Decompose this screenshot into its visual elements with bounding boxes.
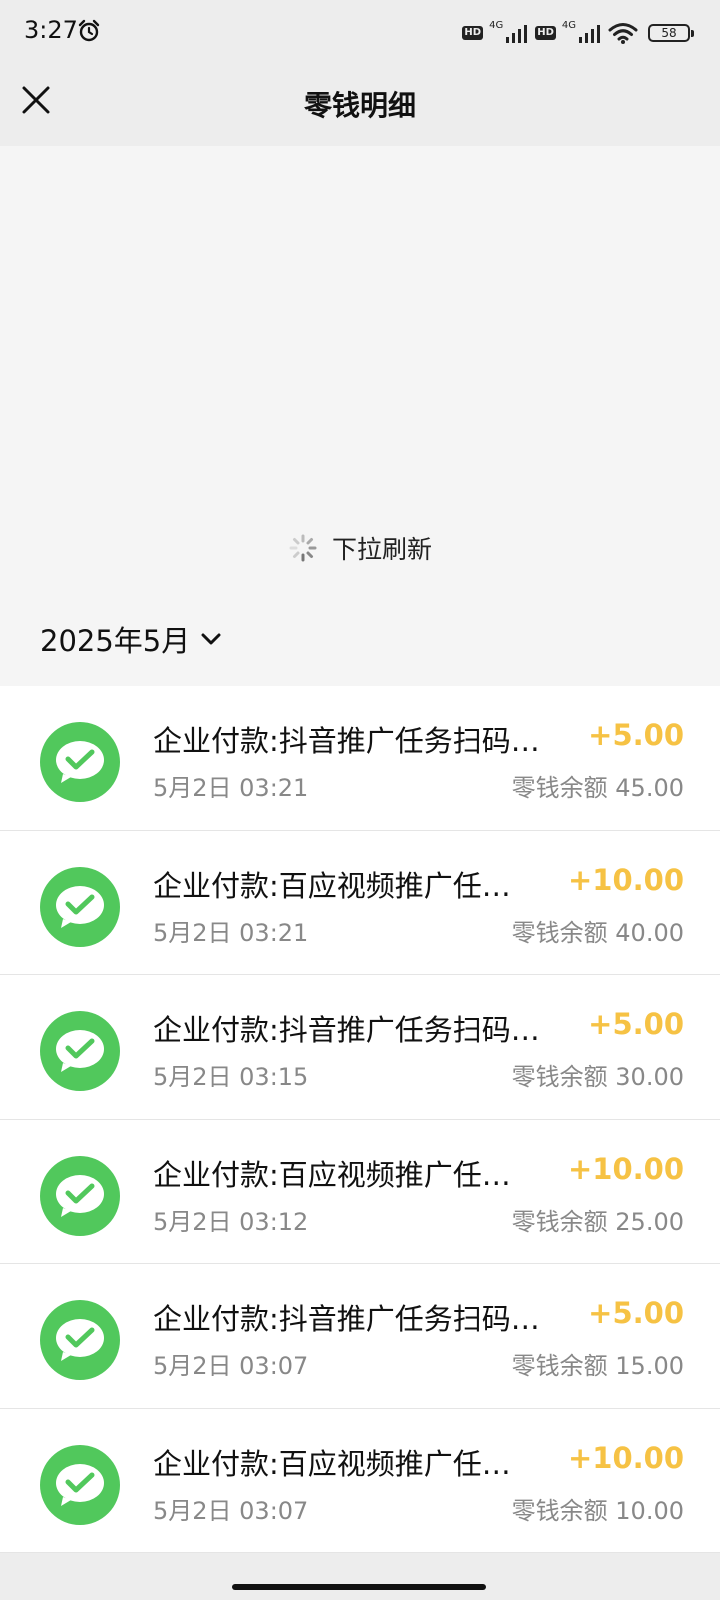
signal-icon — [579, 25, 600, 43]
transaction-row[interactable]: 企业付款:抖音推广任务扫码… 5月2日 03:21 +5.00 零钱余额 45.00 — [0, 686, 720, 831]
transaction-title: 企业付款:百应视频推广任… — [153, 868, 511, 903]
month-selector[interactable]: 2025年5月 — [40, 618, 222, 660]
wechat-pay-icon — [56, 1463, 104, 1506]
battery-icon: 58 — [648, 24, 694, 42]
transaction-amount: +10.00 — [567, 1151, 684, 1186]
hd-badge: HD — [462, 26, 484, 40]
transaction-icon — [40, 1155, 120, 1236]
transaction-icon — [40, 1444, 120, 1525]
transaction-icon — [40, 1300, 120, 1380]
transaction-time: 5月2日 03:21 — [153, 774, 309, 802]
loading-spinner-icon — [289, 534, 317, 562]
pull-to-refresh-label: 下拉刷新 — [331, 535, 432, 564]
chevron-down-icon — [201, 633, 221, 645]
wechat-pay-icon — [56, 885, 104, 928]
transaction-amount: +5.00 — [588, 1296, 684, 1330]
transaction-icon — [40, 866, 120, 947]
transaction-time: 5月2日 03:07 — [153, 1496, 309, 1525]
transaction-balance: 零钱余额 10.00 — [511, 1496, 684, 1525]
transaction-row[interactable]: 企业付款:百应视频推广任… 5月2日 03:21 +10.00 零钱余额 40.00 — [0, 831, 720, 975]
wechat-pay-icon — [56, 1030, 104, 1072]
transaction-row[interactable]: 企业付款:百应视频推广任… 5月2日 03:07 +10.00 零钱余额 10.00 — [0, 1409, 720, 1553]
transaction-balance: 零钱余额 30.00 — [511, 1063, 684, 1091]
transaction-balance: 零钱余额 25.00 — [511, 1207, 684, 1236]
transaction-icon — [40, 1011, 120, 1091]
status-time: 3:27 — [24, 16, 78, 44]
transaction-time: 5月2日 03:21 — [153, 918, 309, 947]
transaction-title: 企业付款:抖音推广任务扫码… — [153, 1302, 540, 1336]
transaction-balance: 零钱余额 45.00 — [511, 774, 684, 802]
transaction-row[interactable]: 企业付款:抖音推广任务扫码… 5月2日 03:07 +5.00 零钱余额 15.00 — [0, 1264, 720, 1409]
transaction-row[interactable]: 企业付款:百应视频推广任… 5月2日 03:12 +10.00 零钱余额 25.00 — [0, 1120, 720, 1264]
wifi-icon — [608, 23, 638, 44]
transaction-amount: +10.00 — [567, 1440, 684, 1475]
transaction-icon — [40, 722, 120, 802]
page-title: 零钱明细 — [303, 89, 416, 122]
wechat-pay-icon — [56, 741, 104, 783]
wechat-pay-icon — [56, 1319, 104, 1361]
status-bar: 3:27 HD 4G HD 4G 58 — [0, 0, 720, 64]
transaction-balance: 零钱余额 40.00 — [511, 918, 684, 947]
pull-to-refresh-indicator: 下拉刷新 — [0, 530, 720, 566]
alarm-clock-icon — [78, 19, 100, 42]
battery-level: 58 — [661, 26, 677, 40]
transaction-list: 企业付款:抖音推广任务扫码… 5月2日 03:21 +5.00 零钱余额 45.00 企… — [0, 686, 720, 1553]
transaction-amount: +5.00 — [588, 718, 684, 752]
transaction-title: 企业付款:抖音推广任务扫码… — [153, 1013, 540, 1047]
transaction-time: 5月2日 03:15 — [153, 1063, 309, 1091]
transaction-row[interactable]: 企业付款:抖音推广任务扫码… 5月2日 03:15 +5.00 零钱余额 30.00 — [0, 975, 720, 1120]
transaction-time: 5月2日 03:07 — [153, 1352, 309, 1380]
transaction-time: 5月2日 03:12 — [153, 1207, 309, 1236]
pull-to-refresh-area — [0, 146, 720, 686]
month-label: 2025年5月 — [40, 624, 191, 658]
status-icons: HD 4G HD 4G 58 — [462, 18, 694, 48]
transaction-title: 企业付款:百应视频推广任… — [153, 1157, 511, 1192]
transaction-balance: 零钱余额 15.00 — [511, 1352, 684, 1380]
network-type-label: 4G — [489, 19, 504, 31]
transaction-amount: +10.00 — [567, 862, 684, 897]
hd-badge: HD — [535, 26, 556, 40]
transaction-title: 企业付款:抖音推广任务扫码… — [153, 724, 540, 758]
network-type-label: 4G — [561, 19, 576, 31]
transaction-title: 企业付款:百应视频推广任… — [153, 1446, 511, 1481]
transaction-amount: +5.00 — [588, 1007, 684, 1041]
signal-icon — [506, 25, 528, 43]
wechat-pay-icon — [56, 1174, 104, 1217]
home-indicator — [232, 1584, 486, 1590]
